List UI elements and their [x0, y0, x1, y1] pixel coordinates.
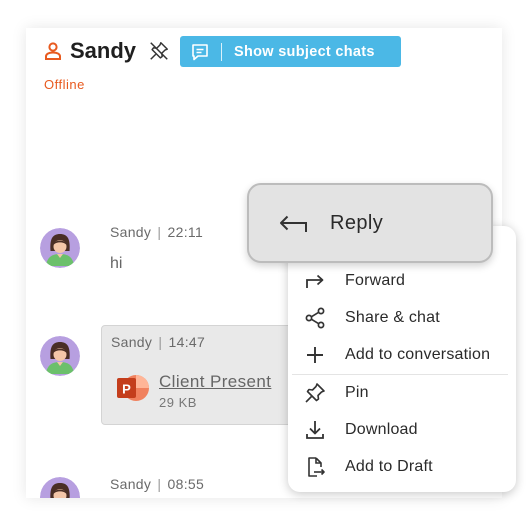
message-time: 08:55	[167, 476, 205, 492]
button-separator	[221, 42, 222, 61]
menu-item-share-chat[interactable]: Share & chat	[288, 299, 516, 336]
unpin-icon[interactable]	[148, 40, 170, 62]
menu-item-forward[interactable]: Forward	[288, 262, 516, 299]
forward-icon	[306, 274, 324, 288]
menu-item-label: Forward	[345, 271, 406, 289]
message-sender: Sandy	[111, 334, 153, 350]
powerpoint-file-icon: P	[117, 375, 149, 401]
share-icon	[305, 307, 325, 328]
plus-icon	[307, 346, 323, 363]
chat-header: Sandy Show subject chats	[40, 36, 502, 67]
pin-icon	[305, 382, 325, 403]
avatar[interactable]	[40, 228, 80, 268]
download-icon	[306, 420, 324, 439]
chat-bubble-icon	[192, 43, 208, 60]
message-text: hi	[110, 255, 123, 272]
message-time: 14:47	[168, 334, 206, 350]
file-size: 29 KB	[159, 395, 197, 410]
message-context-menu: Forward Share & chat Add to conversation…	[288, 226, 516, 492]
menu-item-add-to-draft[interactable]: Add to Draft	[288, 448, 516, 485]
menu-item-label: Share & chat	[345, 308, 440, 326]
avatar[interactable]	[40, 336, 80, 376]
add-to-draft-icon	[308, 456, 325, 477]
message-sender: Sandy	[110, 224, 152, 240]
menu-item-download[interactable]: Download	[288, 411, 516, 448]
file-name-link[interactable]: Client Present	[159, 372, 271, 392]
avatar[interactable]	[40, 477, 80, 498]
status-label: Offline	[44, 77, 85, 92]
message-meta: Sandy | 14:47	[111, 334, 205, 350]
menu-item-label: Add to conversation	[345, 345, 491, 363]
user-icon	[45, 42, 61, 60]
message-time: 22:11	[167, 224, 204, 240]
reply-icon	[280, 215, 307, 232]
message-meta: Sandy | 22:11	[110, 224, 203, 240]
reply-label: Reply	[330, 212, 384, 234]
menu-item-pin[interactable]: Pin	[288, 374, 516, 411]
meta-separator: |	[153, 224, 166, 240]
show-subject-chats-label: Show subject chats	[234, 43, 375, 60]
show-subject-chats-button[interactable]: Show subject chats	[180, 36, 401, 67]
menu-item-label: Pin	[345, 383, 369, 401]
message-meta: Sandy | 08:55	[110, 476, 204, 492]
svg-text:P: P	[122, 382, 131, 397]
message-sender: Sandy	[110, 476, 152, 492]
chat-title: Sandy	[70, 38, 137, 63]
menu-item-label: Add to Draft	[345, 457, 433, 475]
menu-item-add-to-conversation[interactable]: Add to conversation	[288, 336, 516, 373]
reply-button[interactable]: Reply	[247, 183, 493, 263]
meta-separator: |	[154, 334, 167, 350]
meta-separator: |	[153, 476, 166, 492]
menu-item-label: Download	[345, 420, 418, 438]
